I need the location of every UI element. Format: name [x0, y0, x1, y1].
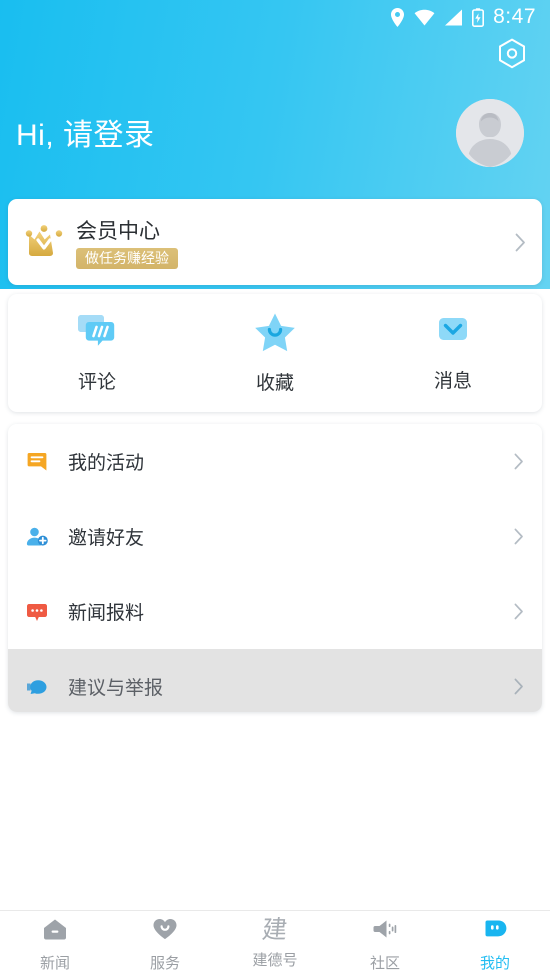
default-avatar-icon	[456, 99, 524, 167]
tab-community[interactable]: 社区	[330, 911, 440, 978]
chevron-right-icon	[504, 528, 524, 545]
profile-icon	[482, 917, 508, 946]
shortcut-favorite-label: 收藏	[255, 372, 294, 394]
tab-service-label: 服务	[149, 954, 180, 972]
status-bar: 8:47	[0, 0, 550, 34]
status-icon-group	[390, 7, 485, 27]
shortcut-message-label: 消息	[433, 370, 472, 392]
news-tip-icon	[26, 601, 64, 623]
tab-jiande-hao[interactable]: 建 建德号	[220, 911, 330, 978]
tab-jiande-hao-label: 建德号	[252, 952, 298, 969]
tab-profile[interactable]: 我的	[440, 911, 550, 978]
tab-news[interactable]: 新闻	[0, 911, 110, 978]
app-root: 8:47 Hi, 请登录 会员中心 做任务赚经验 评论 收藏 消息 我的活动 邀…	[0, 0, 550, 978]
menu-item-feedback-report[interactable]: 建议与举报	[8, 649, 542, 712]
heart-icon	[152, 917, 178, 946]
add-friend-icon	[26, 526, 64, 548]
member-task-badge: 做任务赚经验	[76, 248, 178, 269]
chevron-right-icon	[498, 233, 542, 252]
chevron-right-icon	[504, 678, 524, 695]
avatar[interactable]	[456, 99, 524, 167]
page-body: 会员中心 做任务赚经验 评论 收藏 消息 我的活动 邀请好友 新闻报料 建议与举…	[0, 199, 550, 910]
settings-hexagon-icon[interactable]	[496, 38, 528, 70]
member-center-card[interactable]: 会员中心 做任务赚经验	[8, 199, 542, 285]
shortcuts-card: 评论 收藏 消息	[8, 294, 542, 412]
menu-item-feedback-report-label: 建议与举报	[68, 678, 164, 699]
megaphone-icon	[372, 917, 398, 946]
greeting-login-text[interactable]: Hi, 请登录	[16, 110, 155, 154]
menu-item-news-tip[interactable]: 新闻报料	[8, 574, 542, 649]
menu-item-invite-friends[interactable]: 邀请好友	[8, 499, 542, 574]
shortcut-comment-label: 评论	[77, 371, 116, 393]
envelope-icon	[432, 314, 474, 355]
chevron-right-icon	[504, 453, 524, 470]
star-icon	[254, 312, 296, 357]
shortcut-message[interactable]: 消息	[364, 314, 542, 393]
shortcut-favorite[interactable]: 收藏	[186, 312, 364, 395]
menu-item-invite-friends-label: 邀请好友	[68, 528, 145, 549]
tab-community-label: 社区	[369, 954, 400, 972]
status-bar-clock: 8:47	[493, 5, 536, 28]
signal-icon	[445, 9, 463, 25]
menu-item-my-activity[interactable]: 我的活动	[8, 424, 542, 499]
battery-charging-icon	[472, 7, 485, 27]
bottom-tab-bar: 新闻 服务 建 建德号 社区 我的	[0, 910, 550, 978]
tab-news-label: 新闻	[39, 954, 70, 972]
crown-icon	[16, 224, 72, 260]
jian-character-icon: 建	[261, 917, 289, 944]
menu-item-my-activity-label: 我的活动	[68, 453, 145, 474]
tab-profile-label: 我的	[479, 954, 510, 972]
menu-list-card: 我的活动 邀请好友 新闻报料 建议与举报	[8, 424, 542, 712]
member-center-title: 会员中心	[76, 220, 160, 243]
location-icon	[391, 7, 405, 27]
menu-item-news-tip-label: 新闻报料	[68, 603, 145, 624]
chevron-right-icon	[504, 603, 524, 620]
activity-note-icon	[26, 451, 64, 473]
comment-bubble-icon	[76, 313, 118, 356]
member-card-texts: 会员中心 做任务赚经验	[72, 215, 498, 269]
feedback-bubble-icon	[26, 677, 64, 697]
shortcut-comment[interactable]: 评论	[8, 313, 186, 394]
wifi-icon	[414, 9, 435, 25]
home-icon	[42, 917, 68, 946]
tab-service[interactable]: 服务	[110, 911, 220, 978]
